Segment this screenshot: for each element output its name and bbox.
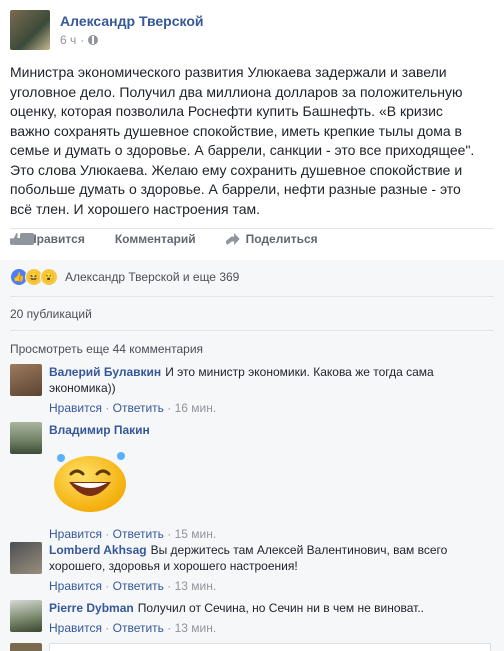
comment-reply-link[interactable]: Ответить — [113, 579, 164, 593]
divider — [10, 330, 494, 331]
comment-content: Валерий Булавкин И это министр экономики.… — [49, 364, 489, 396]
comment-body: Lomberd Akhsag Вы держитесь там Алексей В… — [49, 542, 489, 594]
comment-label: Комментарий — [114, 232, 196, 246]
meta-separator: · — [105, 527, 110, 541]
comment-like-link[interactable]: Нравится — [49, 401, 102, 415]
divider — [10, 228, 494, 229]
comment-item: Pierre Dybman Получил от Сечина, но Сечин… — [10, 600, 489, 636]
comment-body: Pierre Dybman Получил от Сечина, но Сечин… — [49, 600, 489, 636]
comment-like-link[interactable]: Нравится — [49, 621, 102, 635]
comment-meta: Нравится · Ответить · 13 мин. — [49, 620, 489, 636]
comment-item: Lomberd Akhsag Вы держитесь там Алексей В… — [10, 542, 489, 594]
reactions-summary[interactable]: 👍 😆 😮 Александр Тверской и еще 369 — [10, 268, 239, 286]
post-header: Александр Тверской 6 ч · — [10, 10, 204, 50]
comment-content: Владимир Пакин — [49, 422, 489, 438]
comment-input-row — [10, 643, 491, 651]
globe-icon — [88, 35, 99, 45]
commenter-avatar[interactable] — [10, 364, 42, 396]
meta-separator: · — [105, 401, 110, 415]
comment-body: Валерий Булавкин И это министр экономики.… — [49, 364, 489, 416]
comment-reply-link[interactable]: Ответить — [113, 527, 164, 541]
commenter-avatar[interactable] — [10, 422, 42, 454]
comment-meta: Нравится · Ответить · 16 мин. — [49, 400, 489, 416]
comment-icon — [20, 233, 34, 245]
reactions-text[interactable]: Александр Тверской и еще 369 — [65, 270, 239, 284]
wow-reaction-icon: 😮 — [40, 268, 58, 286]
share-button[interactable]: Поделиться — [225, 232, 318, 246]
shares-count[interactable]: 20 публикаций — [10, 307, 92, 321]
facebook-post: Александр Тверской 6 ч · Министра эконом… — [0, 0, 504, 651]
comment-content: Pierre Dybman Получил от Сечина, но Сечин… — [49, 600, 489, 616]
divider — [10, 296, 494, 297]
comment-input[interactable] — [49, 643, 491, 651]
comment-body: Владимир Пакин Нравится · Ответить · 15 … — [49, 422, 489, 542]
laughing-sticker-icon — [54, 452, 126, 512]
comment-button[interactable]: Комментарий — [20, 232, 196, 246]
post-actions: Нравится Комментарий Поделиться — [10, 232, 348, 246]
commenter-avatar[interactable] — [10, 600, 42, 632]
comment-item: Валерий Булавкин И это министр экономики.… — [10, 364, 489, 416]
comment-reply-link[interactable]: Ответить — [113, 621, 164, 635]
view-more-comments[interactable]: Просмотреть еще 44 комментария — [10, 342, 203, 356]
author-name[interactable]: Александр Тверской — [60, 13, 204, 29]
meta-separator: · — [105, 621, 110, 635]
meta-separator: · — [167, 621, 172, 635]
comment-meta: Нравится · Ответить · 13 мин. — [49, 578, 489, 594]
comment-time[interactable]: 13 мин. — [175, 621, 217, 635]
comment-content: Lomberd Akhsag Вы держитесь там Алексей В… — [49, 542, 489, 574]
like-label: Нравится — [28, 232, 85, 246]
author-avatar[interactable] — [10, 10, 50, 50]
comment-reply-link[interactable]: Ответить — [113, 401, 164, 415]
meta-separator: · — [167, 579, 172, 593]
comment-meta: Нравится · Ответить · 15 мин. — [49, 526, 489, 542]
comment-like-link[interactable]: Нравится — [49, 579, 102, 593]
meta-separator: · — [167, 527, 172, 541]
share-label: Поделиться — [245, 232, 318, 246]
commenter-name[interactable]: Pierre Dybman — [49, 601, 134, 615]
commenter-avatar[interactable] — [10, 542, 42, 574]
comment-time[interactable]: 15 мин. — [175, 527, 217, 541]
post-meta: 6 ч · — [60, 33, 204, 47]
comment-item: Владимир Пакин Нравится · Ответить · 15 … — [10, 422, 489, 542]
meta-separator: · — [105, 579, 110, 593]
meta-separator: · — [167, 401, 172, 415]
current-user-avatar — [10, 643, 42, 651]
commenter-name[interactable]: Валерий Булавкин — [49, 365, 161, 379]
share-icon — [225, 233, 240, 245]
meta-separator: · — [80, 33, 85, 47]
comment-time[interactable]: 13 мин. — [175, 579, 217, 593]
comment-text: Получил от Сечина, но Сечин ни в чем не … — [137, 601, 425, 615]
commenter-name[interactable]: Lomberd Akhsag — [49, 543, 147, 557]
post-time[interactable]: 6 ч — [60, 33, 76, 47]
comment-like-link[interactable]: Нравится — [49, 527, 102, 541]
comment-time[interactable]: 16 мин. — [175, 401, 217, 415]
post-header-text: Александр Тверской 6 ч · — [60, 10, 204, 50]
post-text: Министра экономического развития Улюкаев… — [10, 64, 475, 217]
commenter-name[interactable]: Владимир Пакин — [49, 423, 150, 437]
